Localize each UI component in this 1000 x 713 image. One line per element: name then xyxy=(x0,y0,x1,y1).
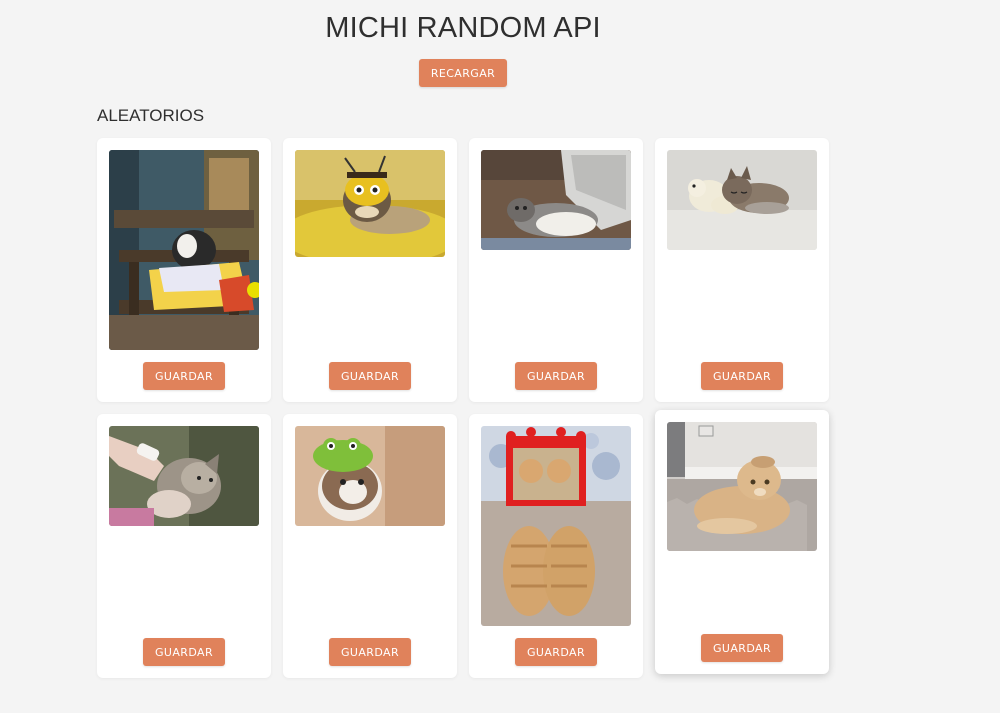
cat-photo xyxy=(109,426,259,526)
cat-photo xyxy=(481,150,631,250)
save-button[interactable]: GUARDAR xyxy=(701,362,783,390)
cat-card: GUARDAR xyxy=(655,138,829,402)
save-button[interactable]: GUARDAR xyxy=(515,638,597,666)
save-button[interactable]: GUARDAR xyxy=(515,362,597,390)
cat-photo xyxy=(295,426,445,526)
cat-card: GUARDAR xyxy=(97,414,271,678)
cat-card: GUARDAR xyxy=(283,138,457,402)
cat-photo xyxy=(481,426,631,626)
save-button[interactable]: GUARDAR xyxy=(143,638,225,666)
save-button[interactable]: GUARDAR xyxy=(143,362,225,390)
save-button[interactable]: GUARDAR xyxy=(329,638,411,666)
cat-card: GUARDAR xyxy=(469,414,643,678)
cat-card: GUARDAR xyxy=(655,410,829,674)
cat-photo xyxy=(109,150,259,350)
cat-photo xyxy=(295,150,445,257)
cat-photo xyxy=(667,422,817,551)
cat-card: GUARDAR xyxy=(283,414,457,678)
cat-card: GUARDAR xyxy=(97,138,271,402)
section-title: ALEATORIOS xyxy=(97,106,205,125)
page-title: MICHI RANDOM API xyxy=(325,12,601,44)
cat-photo xyxy=(667,150,817,250)
save-button[interactable]: GUARDAR xyxy=(701,634,783,662)
reload-button[interactable]: RECARGAR xyxy=(419,59,507,87)
cat-card: GUARDAR xyxy=(469,138,643,402)
save-button[interactable]: GUARDAR xyxy=(329,362,411,390)
